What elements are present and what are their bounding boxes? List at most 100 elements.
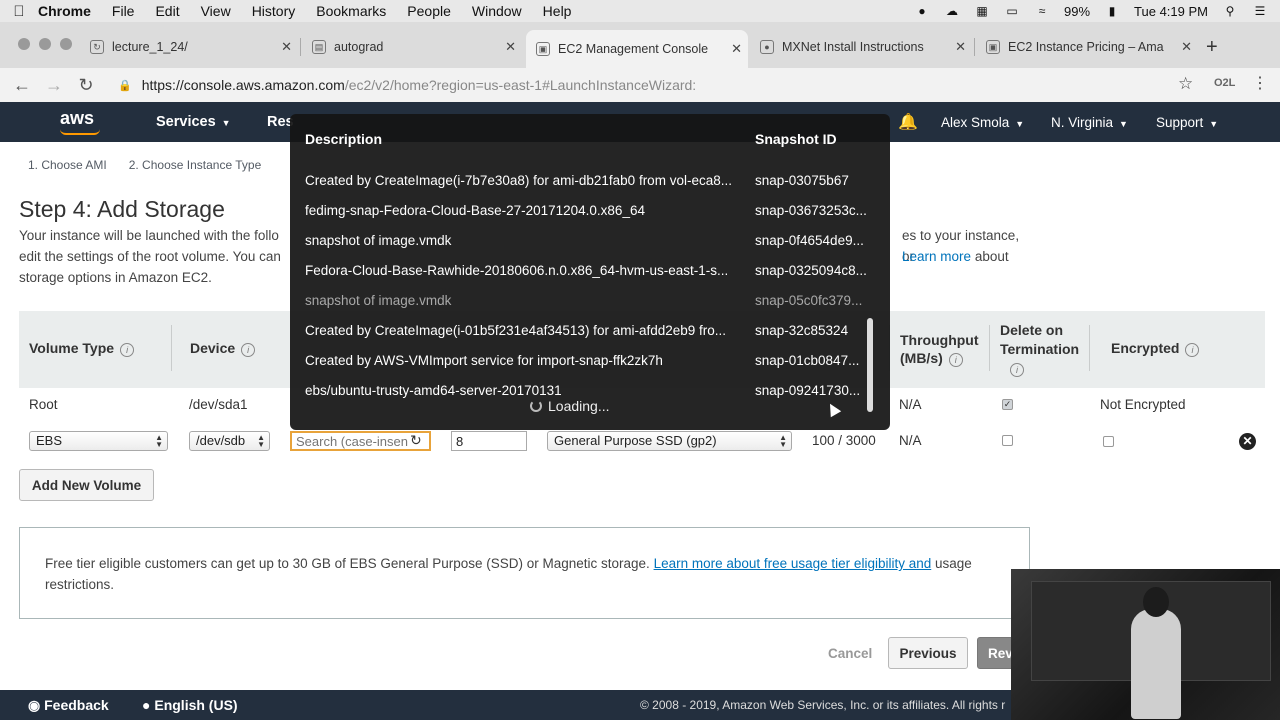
skype-icon[interactable]: ●: [914, 4, 930, 18]
clock[interactable]: Tue 4:19 PM: [1134, 4, 1208, 19]
ebs-delete-on-termination-checkbox[interactable]: [1002, 435, 1013, 446]
services-menu[interactable]: Services ▼: [156, 114, 231, 130]
aws-logo[interactable]: aws: [60, 108, 94, 129]
root-delete-on-termination-checkbox[interactable]: ✓: [1002, 399, 1013, 410]
add-new-volume-button[interactable]: Add New Volume: [19, 469, 154, 501]
header-label: Volume Type: [29, 340, 115, 356]
snapshot-option[interactable]: Fedora-Cloud-Base-Rawhide-20180606.n.0.x…: [290, 257, 870, 287]
menu-help[interactable]: Help: [543, 3, 572, 19]
step-choose-instance-type[interactable]: 2. Choose Instance Type: [129, 158, 262, 172]
spotlight-search-icon[interactable]: ⚲: [1222, 4, 1238, 18]
snapshot-option-hovered[interactable]: snapshot of image.vmdk snap-05c0fc379...: [290, 287, 870, 317]
new-tab-icon[interactable]: +: [1206, 36, 1218, 59]
menu-history[interactable]: History: [252, 3, 296, 19]
close-tab-icon[interactable]: ✕: [955, 39, 966, 55]
tab-autograd[interactable]: ▤ autograd ✕: [302, 32, 522, 62]
menu-bookmarks[interactable]: Bookmarks: [316, 3, 386, 19]
snapshot-option[interactable]: snapshot of image.vmdk snap-0f4654de9...: [290, 227, 870, 257]
menu-view[interactable]: View: [201, 3, 231, 19]
option-description: Created by CreateImage(i-7b7e30a8) for a…: [305, 173, 732, 188]
header-encrypted: Encrypted i: [1111, 340, 1200, 357]
wifi-icon[interactable]: ≈: [1034, 4, 1050, 18]
tab-ec2-pricing[interactable]: ▣ EC2 Instance Pricing – Ama ✕: [976, 32, 1198, 62]
info-icon[interactable]: i: [1185, 343, 1200, 357]
menu-window[interactable]: Window: [472, 3, 522, 19]
ebs-encrypted-checkbox[interactable]: [1103, 436, 1114, 447]
airplay-icon[interactable]: ▭: [1004, 4, 1020, 18]
step-choose-ami[interactable]: 1. Choose AMI: [28, 158, 107, 172]
snapshot-option[interactable]: Created by CreateImage(i-7b7e30a8) for a…: [290, 167, 870, 197]
menu-edit[interactable]: Edit: [155, 3, 179, 19]
chevron-down-icon: ▼: [1015, 119, 1025, 129]
close-window-button[interactable]: [18, 38, 30, 50]
tab-lecture[interactable]: ↻ lecture_1_24/ ✕: [80, 32, 298, 62]
close-tab-icon[interactable]: ✕: [1181, 39, 1192, 55]
bookmark-star-icon[interactable]: ☆: [1178, 74, 1193, 94]
notification-center-icon[interactable]: ☰: [1252, 4, 1268, 18]
info-icon[interactable]: i: [120, 343, 135, 357]
snapshot-option[interactable]: Created by CreateImage(i-01b5f231e4af345…: [290, 317, 870, 347]
header-label: Device: [190, 340, 236, 356]
chat-bubble-icon: ◉: [28, 697, 41, 713]
address-toolbar: ← → ↻ 🔒 https://console.aws.amazon.com/e…: [0, 68, 1280, 102]
url-field[interactable]: 🔒 https://console.aws.amazon.com/ec2/v2/…: [118, 74, 696, 96]
minimize-window-button[interactable]: [39, 38, 51, 50]
refresh-icon[interactable]: ↻: [410, 432, 422, 449]
feedback-link[interactable]: ◉ Feedback: [28, 697, 109, 714]
account-menu[interactable]: Alex Smola ▼: [941, 115, 1024, 130]
info-icon[interactable]: i: [241, 343, 256, 357]
tab-divider: [974, 38, 975, 56]
zoom-window-button[interactable]: [60, 38, 72, 50]
info-icon[interactable]: i: [1010, 363, 1024, 377]
close-tab-icon[interactable]: ✕: [731, 41, 742, 57]
support-menu[interactable]: Support ▼: [1156, 115, 1218, 130]
cancel-link[interactable]: Cancel: [828, 646, 872, 661]
column-divider: [989, 325, 990, 371]
ebs-device-select[interactable]: /dev/sdb ▲ ▼: [189, 431, 270, 451]
tab-mxnet[interactable]: ● MXNet Install Instructions ✕: [750, 32, 972, 62]
grid-icon[interactable]: ▦: [974, 4, 990, 18]
menu-file[interactable]: File: [112, 3, 135, 19]
bell-icon[interactable]: 🔔: [898, 112, 918, 132]
extension-button[interactable]: O2L: [1214, 77, 1235, 89]
lock-icon[interactable]: 🔒: [118, 79, 132, 92]
description-line1: Your instance will be launched with the …: [19, 228, 279, 243]
tab-ec2-console[interactable]: ▣ EC2 Management Console ✕: [526, 30, 748, 68]
option-description: Fedora-Cloud-Base-Rawhide-20180606.n.0.x…: [305, 263, 729, 278]
menu-people[interactable]: People: [407, 3, 451, 19]
header-volume-type: Volume Type i: [29, 340, 135, 357]
snapshot-option[interactable]: Created by AWS-VMImport service for impo…: [290, 347, 870, 377]
cloud-upload-icon[interactable]: ☁: [944, 4, 960, 18]
aws-cube-icon: ▣: [536, 42, 550, 56]
window-controls: [18, 38, 72, 50]
region-menu[interactable]: N. Virginia ▼: [1051, 115, 1128, 130]
info-icon[interactable]: i: [948, 353, 963, 367]
back-icon[interactable]: ←: [6, 75, 38, 96]
option-snapshot-id: snap-0f4654de9...: [755, 233, 864, 248]
spinner-icon: [530, 400, 542, 412]
battery-icon[interactable]: ▮: [1104, 4, 1120, 18]
forward-icon[interactable]: →: [38, 75, 70, 96]
option-snapshot-id: snap-01cb0847...: [755, 353, 860, 368]
globe-icon: ●: [142, 697, 151, 713]
option-description: ebs/ubuntu-trusty-amd64-server-20170131: [305, 383, 562, 398]
close-tab-icon[interactable]: ✕: [281, 39, 292, 55]
snapshot-option[interactable]: fedimg-snap-Fedora-Cloud-Base-27-2017120…: [290, 197, 870, 227]
reload-icon[interactable]: ↻: [70, 75, 102, 96]
ebs-volume-kind-select[interactable]: General Purpose SSD (gp2) ▲ ▼: [547, 431, 792, 451]
ebs-volume-type-select[interactable]: EBS ▲ ▼: [29, 431, 168, 451]
menu-app-chrome[interactable]: Chrome: [38, 3, 91, 19]
learn-more-link[interactable]: Learn more: [902, 249, 971, 264]
more-options-icon[interactable]: ⋮: [1252, 73, 1268, 93]
ebs-size-input[interactable]: [451, 431, 527, 451]
header-label: Encrypted: [1111, 340, 1180, 356]
apple-icon[interactable]: : [0, 3, 38, 20]
language-selector[interactable]: ● English (US): [142, 697, 238, 713]
previous-button[interactable]: Previous: [888, 637, 968, 669]
option-snapshot-id: snap-0325094c8...: [755, 263, 867, 278]
close-tab-icon[interactable]: ✕: [505, 39, 516, 55]
dropdown-scrollbar[interactable]: [867, 318, 873, 412]
region-label: N. Virginia: [1051, 115, 1114, 130]
remove-volume-icon[interactable]: ✕: [1239, 433, 1256, 450]
free-tier-learn-more-link[interactable]: Learn more about free usage tier eligibi…: [654, 556, 932, 571]
